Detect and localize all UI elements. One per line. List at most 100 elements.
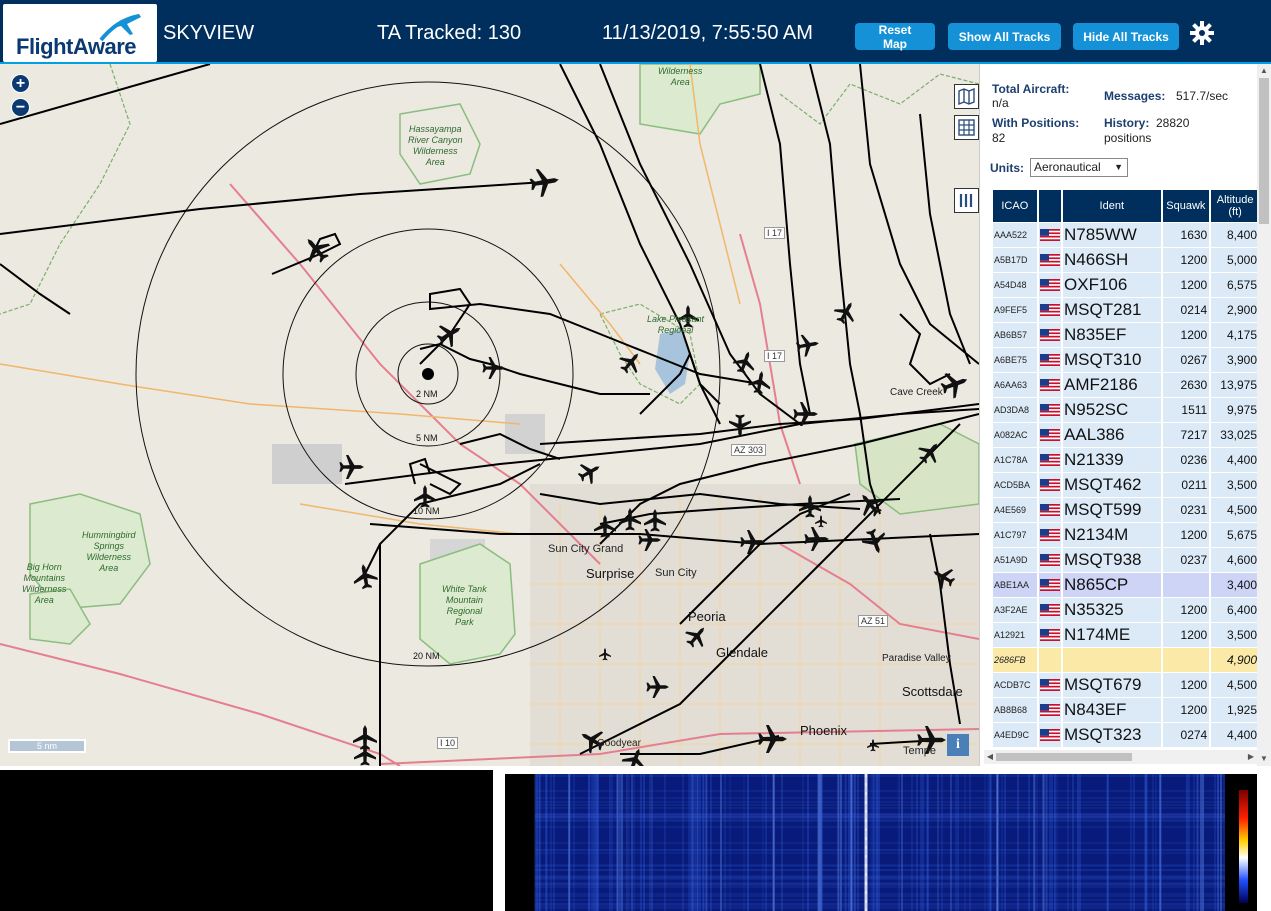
cell-ident: N2134M bbox=[1063, 523, 1161, 547]
cell-altitude: 4,175 bbox=[1211, 323, 1259, 347]
cell-altitude: 4,600 bbox=[1211, 548, 1259, 572]
map-label-i17-north: I 17 bbox=[764, 227, 786, 239]
cell-flag bbox=[1038, 673, 1062, 697]
cell-flag bbox=[1038, 448, 1062, 472]
table-row[interactable]: A5B17D N466SH 1200 5,000 bbox=[993, 248, 1259, 272]
table-row[interactable]: A54D48 OXF106 1200 6,575 bbox=[993, 273, 1259, 297]
total-aircraft-label: Total Aircraft: bbox=[992, 82, 1070, 96]
hide-all-tracks-button[interactable]: Hide All Tracks bbox=[1073, 23, 1179, 50]
scrollbar-thumb[interactable] bbox=[996, 753, 1132, 761]
cell-icao: A9FEF5 bbox=[993, 298, 1037, 322]
map-layers-button[interactable] bbox=[954, 84, 979, 109]
history-value: 28820 bbox=[1156, 116, 1190, 130]
cell-flag bbox=[1038, 423, 1062, 447]
table-row[interactable]: ABE1AA N865CP 3,400 bbox=[993, 573, 1259, 597]
us-flag-icon bbox=[1039, 353, 1060, 366]
cell-flag bbox=[1038, 698, 1062, 722]
cell-flag bbox=[1038, 273, 1062, 297]
table-row[interactable]: A1C78A N21339 0236 4,400 bbox=[993, 448, 1259, 472]
scroll-down-icon[interactable]: ▼ bbox=[1258, 752, 1270, 766]
us-flag-icon bbox=[1039, 328, 1060, 341]
clock-datetime: 11/13/2019, 7:55:50 AM bbox=[602, 22, 813, 44]
table-row[interactable]: A6BE75 MSQT310 0267 3,900 bbox=[993, 348, 1259, 372]
cell-squawk: 0267 bbox=[1162, 348, 1210, 372]
cell-altitude: 4,500 bbox=[1211, 498, 1259, 522]
panel-toggle-button[interactable] bbox=[954, 188, 979, 213]
table-row[interactable]: A4E569 MSQT599 0231 4,500 bbox=[993, 498, 1259, 522]
info-icon[interactable]: i bbox=[947, 734, 969, 756]
table-row[interactable]: AB6B57 N835EF 1200 4,175 bbox=[993, 323, 1259, 347]
map-label-glendale: Glendale bbox=[716, 645, 769, 660]
cell-ident: AAL386 bbox=[1063, 423, 1161, 447]
table-row[interactable]: A3F2AE N35325 1200 6,400 bbox=[993, 598, 1259, 622]
cell-ident: N835EF bbox=[1063, 323, 1161, 347]
table-row[interactable]: A9FEF5 MSQT281 0214 2,900 bbox=[993, 298, 1259, 322]
table-row[interactable]: A12921 N174ME 1200 3,500 bbox=[993, 623, 1259, 647]
cell-altitude: 6,575 bbox=[1211, 273, 1259, 297]
col-header-ident[interactable]: Ident bbox=[1063, 190, 1161, 222]
map-label-surprise: Surprise bbox=[586, 566, 635, 581]
cell-ident: MSQT938 bbox=[1063, 548, 1161, 572]
cell-ident: MSQT462 bbox=[1063, 473, 1161, 497]
grid-toggle-button[interactable] bbox=[954, 115, 979, 140]
cell-ident: OXF106 bbox=[1063, 273, 1161, 297]
table-row[interactable]: ACD5BA MSQT462 0211 3,500 bbox=[993, 473, 1259, 497]
with-positions-value: 82 bbox=[992, 131, 1006, 145]
table-row[interactable]: A51A9D MSQT938 0237 4,600 bbox=[993, 548, 1259, 572]
cell-squawk: 0274 bbox=[1162, 723, 1210, 747]
gear-icon[interactable] bbox=[1190, 21, 1214, 45]
map-label-az51: AZ 51 bbox=[858, 615, 889, 627]
ring-label-5nm: 5 NM bbox=[416, 433, 438, 443]
cell-squawk: 1200 bbox=[1162, 523, 1210, 547]
cell-icao: A51A9D bbox=[993, 548, 1037, 572]
panel-horizontal-scrollbar[interactable]: ◀ ▶ bbox=[984, 750, 1257, 764]
table-row[interactable]: 2686FB 4,900 bbox=[993, 648, 1259, 672]
show-all-tracks-button[interactable]: Show All Tracks bbox=[948, 23, 1061, 50]
with-positions-label: With Positions: bbox=[992, 116, 1080, 130]
col-header-squawk[interactable]: Squawk bbox=[1162, 190, 1210, 222]
cell-icao: A4ED9C bbox=[993, 723, 1037, 747]
table-row[interactable]: ACDB7C MSQT679 1200 4,500 bbox=[993, 673, 1259, 697]
cell-ident: MSQT323 bbox=[1063, 723, 1161, 747]
divider bbox=[493, 766, 505, 911]
cell-icao: A1C797 bbox=[993, 523, 1037, 547]
cell-altitude: 4,900 bbox=[1211, 648, 1259, 672]
col-header-icao[interactable]: ICAO bbox=[993, 190, 1037, 222]
map-label-white-tank: White Tank Mountain Regional Park bbox=[442, 584, 487, 627]
reset-map-button[interactable]: Reset Map bbox=[855, 23, 935, 51]
blank-panel bbox=[0, 770, 493, 911]
cell-icao: A3F2AE bbox=[993, 598, 1037, 622]
zoom-out-button[interactable]: − bbox=[11, 98, 30, 117]
map-view[interactable]: + − 5 nm i Wilderness Area Hassayampa Ri… bbox=[0, 64, 979, 766]
cell-squawk: 1511 bbox=[1162, 398, 1210, 422]
col-header-altitude[interactable]: Altitude (ft) bbox=[1211, 190, 1259, 222]
table-row[interactable]: AAA522 N785WW 1630 8,400 bbox=[993, 223, 1259, 247]
map-label-wilderness: Wilderness Area bbox=[658, 66, 703, 87]
cell-flag bbox=[1038, 498, 1062, 522]
units-label: Units: bbox=[990, 161, 1024, 175]
scroll-right-icon[interactable]: ▶ bbox=[1245, 750, 1257, 764]
table-row[interactable]: AB8B68 N843EF 1200 1,925 bbox=[993, 698, 1259, 722]
table-row[interactable]: A6AA63 AMF2186 2630 13,975 bbox=[993, 373, 1259, 397]
cell-altitude: 3,500 bbox=[1211, 623, 1259, 647]
scroll-up-icon[interactable]: ▲ bbox=[1258, 64, 1270, 78]
cell-icao: AB8B68 bbox=[993, 698, 1037, 722]
table-row[interactable]: A1C797 N2134M 1200 5,675 bbox=[993, 523, 1259, 547]
scrollbar-thumb[interactable] bbox=[1259, 78, 1269, 224]
cell-squawk: 1200 bbox=[1162, 673, 1210, 697]
map-label-hummingbird: Hummingbird Springs Wilderness Area bbox=[82, 530, 136, 573]
panel-vertical-scrollbar[interactable]: ▲ ▼ bbox=[1257, 64, 1271, 766]
map-label-i10: I 10 bbox=[437, 737, 459, 749]
units-select[interactable]: Aeronautical ▼ bbox=[1030, 158, 1128, 177]
cell-icao: 2686FB bbox=[993, 648, 1037, 672]
table-row[interactable]: A4ED9C MSQT323 0274 4,400 bbox=[993, 723, 1259, 747]
table-row[interactable]: A082AC AAL386 7217 33,025 bbox=[993, 423, 1259, 447]
cell-squawk: 7217 bbox=[1162, 423, 1210, 447]
cell-flag bbox=[1038, 298, 1062, 322]
table-row[interactable]: AD3DA8 N952SC 1511 9,975 bbox=[993, 398, 1259, 422]
cell-squawk: 2630 bbox=[1162, 373, 1210, 397]
scroll-left-icon[interactable]: ◀ bbox=[984, 750, 996, 764]
flightaware-logo[interactable]: FlightAware bbox=[3, 4, 157, 62]
us-flag-icon bbox=[1039, 703, 1060, 716]
zoom-in-button[interactable]: + bbox=[11, 74, 30, 93]
